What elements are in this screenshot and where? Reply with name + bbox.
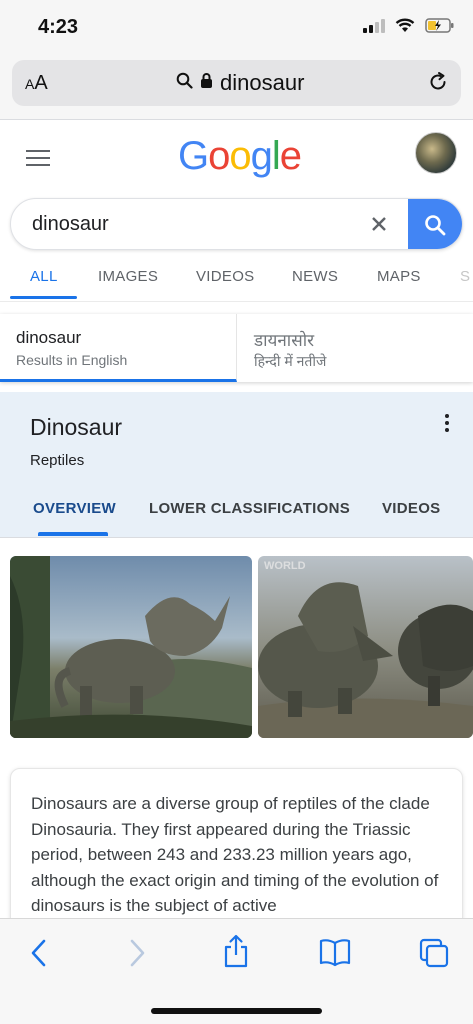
search-icon [425,215,446,236]
back-button[interactable] [28,937,50,974]
logo-letter: g [250,134,273,178]
dinosaur-image-2[interactable]: WORLD [258,556,473,738]
reader-text-size-button[interactable]: AA [25,72,48,95]
chevron-left-icon [31,939,46,967]
home-indicator[interactable] [151,1008,322,1014]
book-icon [319,939,351,967]
aa-small-label: A [25,76,35,92]
forward-button[interactable] [126,937,148,974]
knowledge-panel-title: Dinosaur [30,414,123,440]
image-watermark: WORLD [264,560,306,572]
share-button[interactable] [222,933,250,974]
language-option-title: डायनासोर [254,331,315,350]
clear-search-icon[interactable] [370,211,388,239]
chevron-right-icon [130,939,145,967]
description-card: Dinosaurs are a diverse group of reptile… [10,768,463,928]
google-header: Google [0,120,473,195]
logo-letter: l [271,134,281,178]
cellular-signal-icon [363,18,385,33]
knowledge-panel-subtitle: Reptiles [30,452,85,469]
url-display[interactable]: dinosaur [176,70,304,96]
logo-letter: e [279,134,302,178]
status-icons [363,18,455,33]
language-option-title: dinosaur [16,328,82,347]
address-bar[interactable]: AA dinosaur [12,60,461,106]
language-option-hindi[interactable]: डायनासोर हिन्दी में नतीजे [238,314,473,382]
logo-letter: o [229,134,251,178]
status-time: 4:23 [38,16,79,38]
dinosaur-illustration-icon [10,556,252,738]
logo-letter: G [178,134,209,178]
lock-icon [200,72,213,94]
search-button[interactable] [408,199,462,249]
search-input[interactable]: dinosaur [32,213,109,236]
tab-lower-classifications[interactable]: LOWER CLASSIFICATIONS [149,500,350,517]
language-option-subtitle: हिन्दी में नतीजे [254,353,327,369]
language-selector: dinosaur Results in English डायनासोर हिन… [0,314,473,382]
dinosaur-illustration-icon [258,582,473,738]
avatar[interactable] [415,132,457,174]
url-text: dinosaur [220,70,305,95]
aa-large-label: A [34,72,48,94]
search-icon [176,72,193,94]
battery-charging-icon [425,18,455,33]
tab-kp-videos[interactable]: VIDEOS [382,500,440,517]
logo-letter: o [208,134,230,178]
tab-videos[interactable]: VIDEOS [196,268,254,285]
browser-top-chrome: 4:23 AA dinosaur [0,0,473,120]
language-option-subtitle: Results in English [16,352,128,368]
active-tab-indicator [38,532,108,536]
active-tab-indicator [10,296,77,299]
wifi-icon [395,18,415,33]
dinosaur-image-1[interactable] [10,556,252,738]
reload-icon[interactable] [427,71,449,98]
tab-maps[interactable]: MAPS [377,268,421,285]
tab-news[interactable]: NEWS [292,268,338,285]
language-option-english[interactable]: dinosaur Results in English [0,314,237,382]
search-box[interactable]: dinosaur [10,198,463,250]
share-icon [224,934,248,968]
knowledge-panel: Dinosaur Reptiles OVERVIEW LOWER CLASSIF… [0,392,473,538]
tab-images[interactable]: IMAGES [98,268,158,285]
more-options-icon[interactable] [445,414,449,435]
tabs-button[interactable] [418,937,450,974]
search-tabs: ALL IMAGES VIDEOS NEWS MAPS S [0,256,473,302]
tab-all[interactable]: ALL [30,268,58,285]
description-text: Dinosaurs are a diverse group of reptile… [31,794,439,915]
tab-shopping-partial[interactable]: S [460,268,470,285]
menu-icon[interactable] [26,150,50,171]
tab-overview[interactable]: OVERVIEW [33,500,116,517]
bookmarks-button[interactable] [318,937,352,972]
tabs-icon [419,938,449,968]
google-logo[interactable]: Google [178,134,302,179]
